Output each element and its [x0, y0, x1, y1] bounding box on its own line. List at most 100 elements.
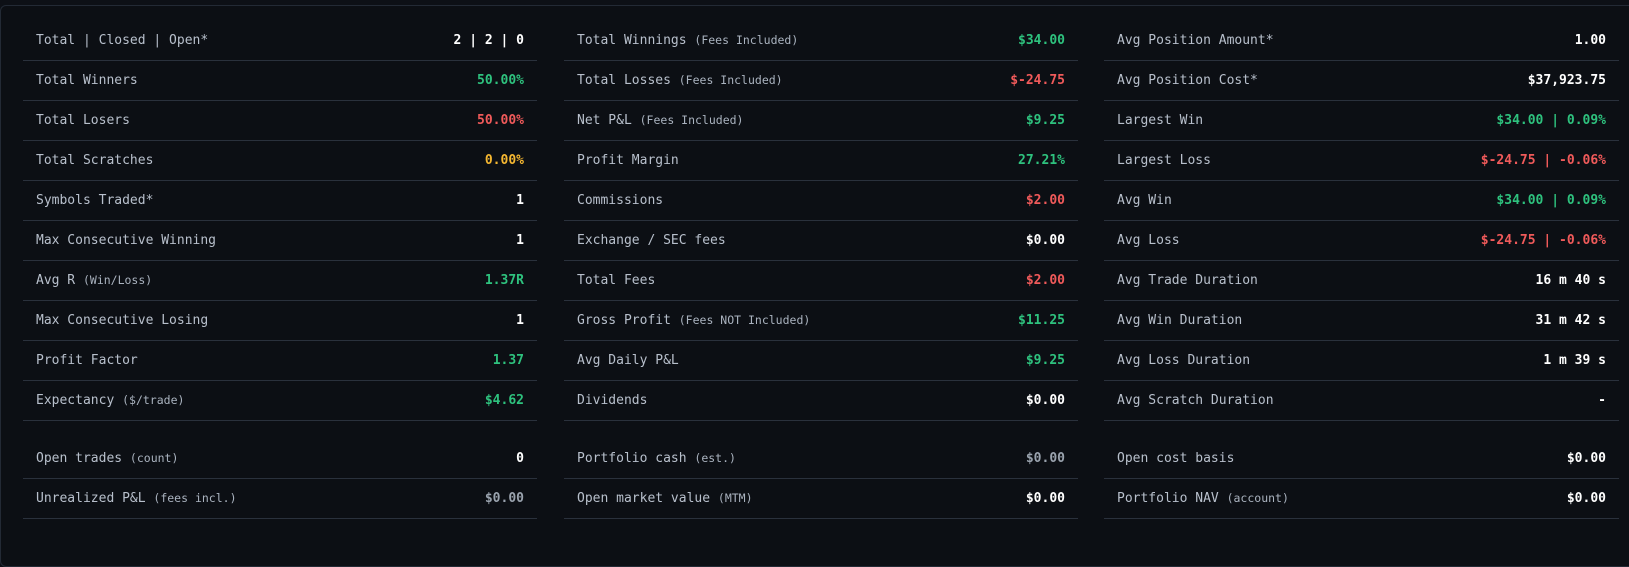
stat-row-avg-win-duration: Avg Win Duration 31 m 42 s	[1104, 301, 1619, 341]
stat-label-text: Profit Margin	[577, 153, 679, 168]
stat-label: Total Fees	[577, 273, 655, 288]
stat-label: Symbols Traded*	[36, 193, 153, 208]
stat-value: $34.00 | 0.09%	[1496, 193, 1606, 208]
stat-label-qualifier: (Fees NOT Included)	[678, 313, 811, 327]
stat-row-avg-scratch-duration: Avg Scratch Duration -	[1104, 381, 1619, 421]
stat-label: Largest Loss	[1117, 153, 1211, 168]
stat-value: $9.25	[1025, 113, 1065, 128]
stat-label-text: Total | Closed | Open*	[36, 32, 209, 48]
stat-label-text: Avg Daily P&L	[577, 353, 679, 368]
stat-label-text: Net P&L	[577, 113, 632, 128]
stat-row-max-consecutive-losing: Max Consecutive Losing 1	[23, 301, 537, 341]
stat-value: $2.00	[1025, 273, 1065, 288]
stat-row-total-closed-open: Total | Closed | Open* 2 | 2 | 0	[23, 20, 537, 61]
stat-row-profit-factor: Profit Factor 1.37	[23, 341, 537, 381]
stat-label-qualifier: (Fees Included)	[694, 32, 799, 47]
stat-label-text: Commissions	[577, 193, 664, 208]
stat-row-avg-position-cost: Avg Position Cost* $37,923.75	[1104, 61, 1619, 101]
stat-row-total-winners: Total Winners 50.00%	[23, 61, 537, 101]
stat-value: $-24.75 | -0.06%	[1480, 233, 1606, 248]
stat-value: $0.00	[484, 491, 524, 506]
stat-value: $4.62	[484, 393, 524, 408]
stat-label-text: Total Winnings	[577, 32, 687, 48]
stat-label: Profit Factor	[36, 353, 138, 368]
stat-label: Total Scratches	[36, 153, 153, 168]
stat-value: $-24.75 | -0.06%	[1480, 153, 1606, 168]
stat-label: Max Consecutive Winning	[36, 233, 216, 248]
stat-label: Avg Loss Duration	[1117, 353, 1250, 368]
stat-label-text: Profit Factor	[36, 353, 138, 368]
stat-label-text: Open trades	[36, 451, 123, 466]
stat-row-commissions: Commissions $2.00	[564, 181, 1078, 221]
stat-row-portfolio-cash: Portfolio cash (est.) $0.00	[564, 439, 1078, 479]
stat-value: 50.00%	[477, 113, 524, 128]
stat-value: 16 m 40 s	[1535, 273, 1606, 288]
stats-column-positions: Avg Position Amount* 1.00 Avg Position Cos…	[1104, 20, 1619, 519]
stat-label: Exchange / SEC fees	[577, 233, 726, 248]
stat-value: $9.25	[1025, 353, 1065, 368]
stat-row-total-fees: Total Fees $2.00	[564, 261, 1078, 301]
stat-label: Unrealized P&L (fees incl.)	[36, 491, 237, 506]
stat-value: $0.00	[1025, 451, 1065, 466]
stats-column-pnl: Total Winnings (Fees Included) $34.00 Tota…	[564, 20, 1078, 519]
stat-label-text: Avg Loss Duration	[1117, 353, 1251, 368]
stat-value: 1.37R	[484, 273, 524, 288]
stat-value: $0.00	[1025, 233, 1065, 248]
stat-row-total-winnings: Total Winnings (Fees Included) $34.00	[564, 20, 1078, 61]
stat-label-text: Avg Win	[1117, 193, 1172, 208]
stat-label: Net P&L (Fees Included)	[577, 113, 743, 128]
stat-row-avg-trade-duration: Avg Trade Duration 16 m 40 s	[1104, 261, 1619, 301]
stat-value: $0.00	[1025, 393, 1065, 408]
stat-label: Expectancy ($/trade)	[36, 393, 184, 408]
stat-label: Avg Trade Duration	[1117, 273, 1258, 288]
stat-row-unrealized-p-l: Unrealized P&L (fees incl.) $0.00	[23, 479, 537, 519]
stat-label: Avg Win	[1117, 193, 1172, 208]
stat-row-avg-position-amount: Avg Position Amount* 1.00	[1104, 20, 1619, 61]
stat-label: Open cost basis	[1117, 451, 1234, 466]
stats-column-overview: Total | Closed | Open* 2 | 2 | 0 Total Win…	[23, 20, 537, 519]
stat-label-text: Largest Win	[1117, 113, 1204, 128]
stat-label: Dividends	[577, 393, 647, 408]
stat-row-open-market-value: Open market value (MTM) $0.00	[564, 479, 1078, 519]
stat-value: 2 | 2 | 0	[453, 32, 524, 48]
stat-label-qualifier: (Fees Included)	[639, 113, 744, 127]
stat-label: Avg Win Duration	[1117, 313, 1242, 328]
stat-label: Avg Daily P&L	[577, 353, 679, 368]
stat-label-text: Avg Scratch Duration	[1117, 393, 1274, 408]
stat-label-text: Unrealized P&L	[36, 491, 146, 506]
stat-label-text: Largest Loss	[1117, 153, 1211, 168]
stat-row-open-trades: Open trades (count) 0	[23, 439, 537, 479]
stat-label-text: Avg Position Cost*	[1117, 73, 1258, 88]
stat-label: Gross Profit (Fees NOT Included)	[577, 313, 810, 328]
stat-label-text: Total Losers	[36, 113, 130, 128]
stat-row-avg-r: Avg R (Win/Loss) 1.37R	[23, 261, 537, 301]
stat-label-text: Gross Profit	[577, 313, 671, 328]
stat-value: 1.37	[492, 353, 524, 368]
stat-label: Total Winnings (Fees Included)	[577, 33, 798, 48]
stat-value: 50.00%	[477, 73, 524, 88]
stat-label-text: Total Losses	[577, 73, 671, 88]
stat-label-text: Total Fees	[577, 273, 656, 288]
stat-row-net-p-l: Net P&L (Fees Included) $9.25	[564, 101, 1078, 141]
stat-label-text: Avg Trade Duration	[1117, 273, 1258, 288]
stat-value: $0.00	[1566, 491, 1606, 506]
stat-label: Open market value (MTM)	[577, 491, 753, 506]
stat-value: $34.00	[1018, 32, 1065, 48]
stat-label: Total Losers	[36, 113, 130, 128]
stat-value: 1	[516, 193, 524, 208]
stat-value: $-24.75	[1010, 73, 1065, 88]
stat-value: 1	[516, 313, 524, 328]
stat-label-text: Max Consecutive Losing	[36, 313, 209, 328]
stat-row-total-losers: Total Losers 50.00%	[23, 101, 537, 141]
stat-value: $0.00	[1566, 451, 1606, 466]
stat-row-avg-daily-p-l: Avg Daily P&L $9.25	[564, 341, 1078, 381]
stat-label-qualifier: (Fees Included)	[678, 73, 783, 87]
stat-label-text: Max Consecutive Winning	[36, 233, 217, 248]
stat-label: Largest Win	[1117, 113, 1203, 128]
stat-label: Total | Closed | Open*	[36, 33, 208, 48]
stat-value: 0	[516, 451, 524, 466]
stat-label: Total Winners	[36, 73, 138, 88]
stat-label-text: Dividends	[577, 393, 648, 408]
